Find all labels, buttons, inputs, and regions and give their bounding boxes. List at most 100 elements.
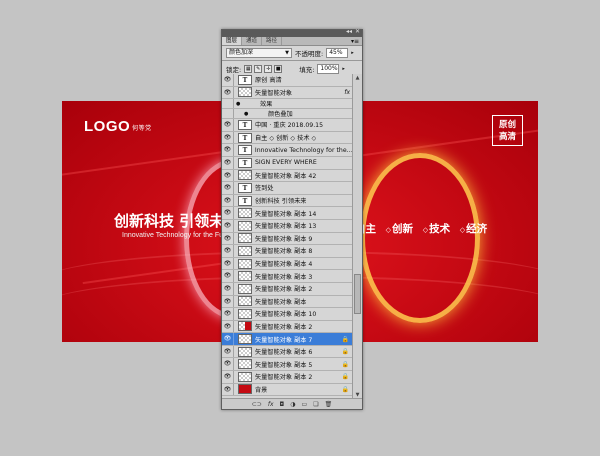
layer-name: 颜色叠加 [268,111,293,119]
eye-icon[interactable]: 👁 [222,358,234,371]
layer-row[interactable]: 👁 矢量智能对象 副本 7 🔒 [222,333,354,346]
close-icon[interactable]: ✕ [355,28,360,35]
layer-row[interactable]: 👁 矢量智能对象 副本 2 🔒 [222,371,354,384]
eye-icon[interactable]: 👁 [222,169,234,182]
layer-row[interactable]: 👁 矢量智能对象 fx [222,86,354,100]
layer-name: 签到处 [255,185,274,193]
layers-scrollbar[interactable]: ▲ ▼ [352,74,362,400]
eye-icon[interactable]: 👁 [222,74,234,86]
eye-icon[interactable] [222,99,234,109]
panel-title-bar[interactable]: ◂◂ ✕ [222,28,362,37]
eye-icon[interactable]: 👁 [222,282,234,295]
eye-icon[interactable]: 👁 [222,207,234,219]
stamp-line-1: 原创 [498,120,516,130]
tab-channels[interactable]: 通道 [242,37,263,45]
layer-row[interactable]: 👁 T 创新科技 引领未来 [222,194,354,208]
tab-layers[interactable]: 图层 [222,37,243,45]
fx-icon[interactable]: fx [344,89,350,96]
eye-icon[interactable]: 👁 [222,232,234,245]
layer-row[interactable]: 👁 T 原创 高清 [222,74,354,87]
layer-row[interactable]: 👁 T Innovative Technology for the ... [222,144,354,157]
layer-row[interactable]: 👁 矢量智能对象 副本 2 [222,320,354,334]
eye-icon[interactable] [222,109,234,119]
layer-thumbnail [238,245,252,256]
fill-slider-icon[interactable]: ▸ [342,66,345,72]
layer-thumbnail [238,271,252,282]
layer-row[interactable]: 👁 矢量智能对象 副本 13 [222,219,354,233]
opacity-label: 不透明度: [295,49,324,58]
glow-ring-right [360,153,480,323]
lock-position-icon[interactable]: ✛ [264,64,273,73]
eye-icon[interactable]: 👁 [222,383,234,396]
panel-tabs: 图层 通道 路径 ▾≡ [222,37,362,46]
text-layer-icon: T [238,195,252,206]
slogan-cn: 创新科技 引领未 [114,212,225,230]
layer-row[interactable]: 👁 T SIGN EVERY WHERE [222,156,354,170]
eye-icon[interactable]: 👁 [222,257,234,270]
tab-paths[interactable]: 路径 [262,37,283,45]
layer-row[interactable]: 👁 T 自主 ◇ 创新 ◇ 技术 ◇ [222,131,354,145]
lock-pixels-icon[interactable]: ✎ [254,64,263,73]
effect-eye-icon[interactable]: ● [244,111,248,117]
layer-thumbnail [238,384,252,395]
eye-icon[interactable]: 👁 [222,194,234,207]
scroll-up-icon[interactable]: ▲ [353,74,362,83]
original-hd-stamp: 原创 高清 [492,115,523,146]
fx-icon[interactable]: fx [268,401,274,408]
eye-icon[interactable]: 👁 [222,156,234,169]
eye-icon[interactable]: 👁 [222,131,234,144]
blend-mode-select[interactable]: 颜色加深 ▼ [226,47,292,58]
eye-icon[interactable]: 👁 [222,219,234,232]
eye-icon[interactable]: 👁 [222,270,234,282]
new-layer-icon[interactable]: ❏ [313,401,318,408]
link-icon[interactable]: ⊂⊃ [252,401,262,408]
layer-row[interactable]: 👁 矢量智能对象 副本 10 [222,308,354,321]
layer-row[interactable]: 👁 T 中国 · 重庆 2018.09.15 [222,119,354,132]
lock-all-icon[interactable]: ■ [274,64,283,73]
mask-icon[interactable]: ◘ [280,401,285,408]
folder-icon[interactable]: ▭ [302,401,308,408]
effect-eye-icon[interactable]: ● [236,101,240,107]
eye-icon[interactable]: 👁 [222,345,234,358]
adjustment-icon[interactable]: ◑ [290,401,295,408]
eye-icon[interactable]: 👁 [222,333,234,345]
eye-icon[interactable]: 👁 [222,144,234,156]
layer-row[interactable]: ● 颜色叠加 [222,109,354,120]
layer-row[interactable]: 👁 背景 🔒 [222,383,354,397]
layer-name: 矢量智能对象 副本 2 [255,286,313,294]
lock-transparent-icon[interactable]: ▦ [244,64,253,73]
layer-row[interactable]: 👁 矢量智能对象 副本 4 [222,257,354,271]
fill-input[interactable]: 100% [317,63,340,74]
opacity-input[interactable]: 45% [326,47,349,58]
eye-icon[interactable]: 👁 [222,371,234,383]
layer-row[interactable]: 👁 矢量智能对象 副本 42 [222,169,354,183]
layer-row[interactable]: 👁 矢量智能对象 副本 [222,295,354,309]
eye-icon[interactable]: 👁 [222,320,234,333]
eye-icon[interactable]: 👁 [222,86,234,99]
layer-name: 矢量智能对象 副本 14 [255,210,317,218]
opacity-slider-icon[interactable]: ▸ [351,50,354,56]
eye-icon[interactable]: 👁 [222,182,234,194]
eye-icon[interactable]: 👁 [222,295,234,308]
panel-menu-icon[interactable]: ▾≡ [351,37,362,45]
trash-icon[interactable]: 🗑 [325,401,333,408]
layer-row[interactable]: 👁 矢量智能对象 副本 3 [222,270,354,283]
layer-name: SIGN EVERY WHERE [255,159,317,167]
layer-row[interactable]: 👁 矢量智能对象 副本 6 🔒 [222,345,354,359]
layer-row[interactable]: 👁 矢量智能对象 副本 5 🔒 [222,358,354,372]
layer-row[interactable]: 👁 矢量智能对象 副本 8 [222,245,354,258]
collapse-icon[interactable]: ◂◂ [346,28,352,35]
layers-list: 👁 T 原创 高清 👁 矢量智能对象 fx ● 效果 ● 颜色叠加 👁 T 中国 · 重庆 2018.0… [222,74,354,400]
scroll-thumb[interactable] [354,274,361,314]
layer-name: 中国 · 重庆 2018.09.15 [255,122,324,130]
layer-row[interactable]: 👁 矢量智能对象 副本 9 [222,232,354,246]
eye-icon[interactable]: 👁 [222,119,234,131]
layer-row[interactable]: 👁 T 签到处 [222,182,354,195]
chevron-down-icon: ▼ [285,49,289,56]
keywords: 自主 ◇创新 ◇技术 ◇经济 [355,221,493,236]
layer-row[interactable]: ● 效果 [222,99,354,110]
eye-icon[interactable]: 👁 [222,245,234,257]
layer-row[interactable]: 👁 矢量智能对象 副本 2 [222,282,354,296]
layer-row[interactable]: 👁 矢量智能对象 副本 14 [222,207,354,220]
eye-icon[interactable]: 👁 [222,308,234,320]
